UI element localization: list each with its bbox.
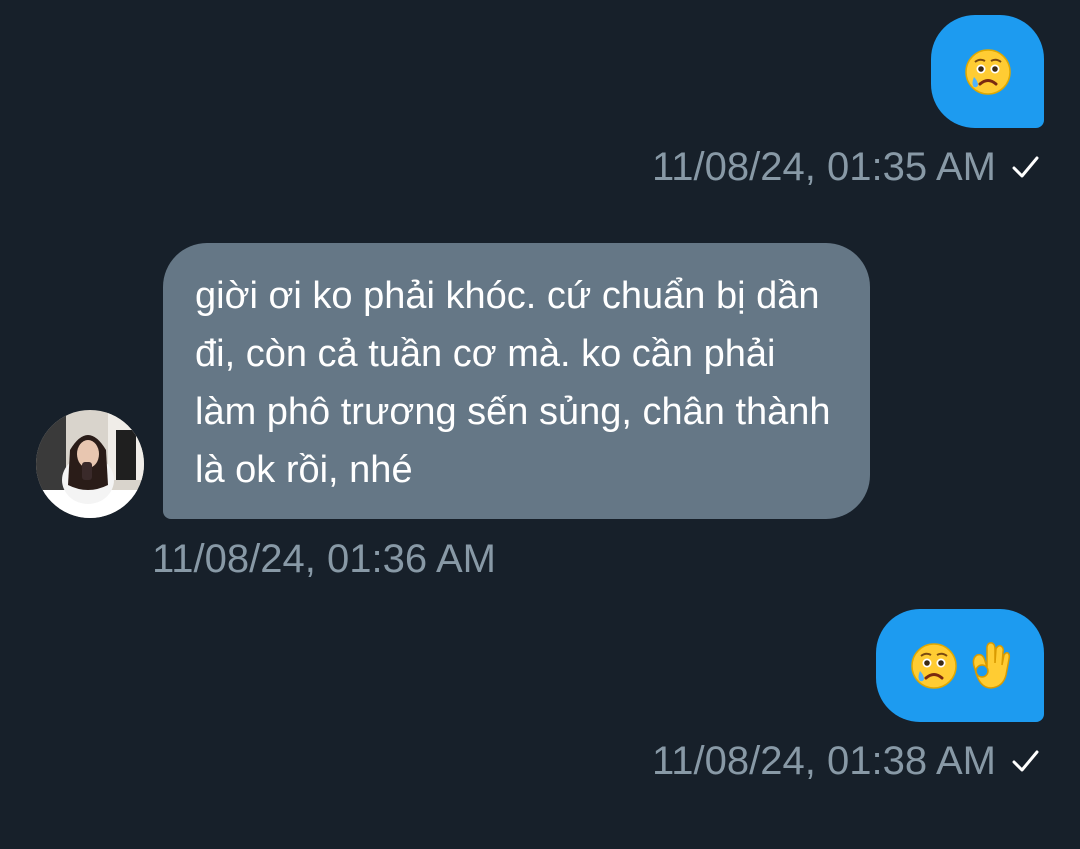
outgoing-message-bubble[interactable] bbox=[931, 15, 1044, 128]
timestamp-text: 11/08/24, 01:36 AM bbox=[152, 537, 496, 581]
avatar-photo-icon bbox=[36, 410, 144, 518]
contact-avatar[interactable] bbox=[36, 410, 144, 518]
message-text: giời ơi ko phải khóc. cứ chuẩn bị dần đi… bbox=[195, 275, 831, 491]
message-timestamp: 11/08/24, 01:36 AM bbox=[152, 537, 496, 582]
outgoing-message-bubble[interactable] bbox=[876, 609, 1044, 722]
message-timestamp: 11/08/24, 01:38 AM bbox=[652, 739, 1040, 784]
crying-face-icon bbox=[909, 641, 959, 691]
timestamp-text: 11/08/24, 01:38 AM bbox=[652, 739, 996, 783]
ok-hand-icon bbox=[965, 641, 1011, 691]
crying-face-icon bbox=[963, 47, 1013, 97]
incoming-message-bubble[interactable]: giời ơi ko phải khóc. cứ chuẩn bị dần đi… bbox=[163, 243, 870, 519]
dm-conversation: 11/08/24, 01:35 AM giời ơi ko phải khóc.… bbox=[0, 0, 1080, 849]
timestamp-text: 11/08/24, 01:35 AM bbox=[652, 145, 996, 189]
message-timestamp: 11/08/24, 01:35 AM bbox=[652, 145, 1040, 190]
sent-check-icon bbox=[1012, 156, 1039, 178]
sent-check-icon bbox=[1012, 750, 1039, 772]
